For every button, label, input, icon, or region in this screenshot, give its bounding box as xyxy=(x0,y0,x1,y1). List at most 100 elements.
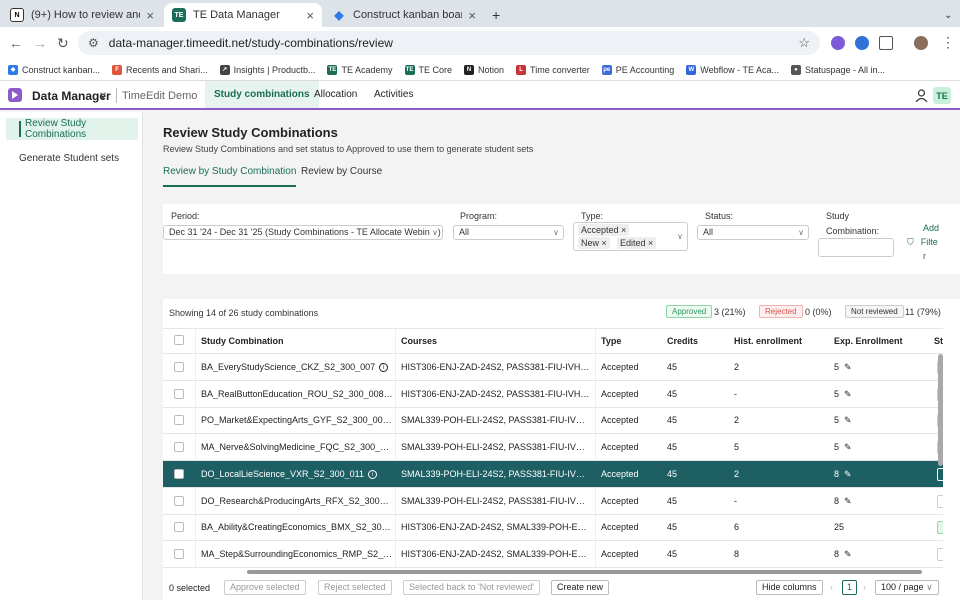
sidebar-item-review-study-combinations[interactable]: Review Study Combinations xyxy=(6,118,138,140)
approve-selected-button[interactable]: Approve selected xyxy=(224,580,306,595)
bookmark-item[interactable]: ◆ Construct kanban... xyxy=(8,64,100,75)
url-input[interactable]: ⚙ data-manager.timeedit.net/study-combin… xyxy=(78,31,820,55)
bookmark-item[interactable]: L Time converter xyxy=(516,64,590,75)
next-page-icon[interactable]: › xyxy=(863,582,866,592)
nav-study-combinations[interactable]: Study combinations xyxy=(205,81,319,108)
page-size-select[interactable]: 100 / page ∨ xyxy=(875,580,939,595)
page-1-button[interactable]: 1 xyxy=(842,580,857,595)
program-select[interactable]: All ∨ xyxy=(453,225,564,240)
tab-review-by-course[interactable]: Review by Course xyxy=(301,166,382,185)
edit-pencil-icon[interactable]: ✎ xyxy=(844,415,852,425)
vertical-scrollbar-thumb[interactable] xyxy=(938,354,943,466)
row-checkbox[interactable] xyxy=(174,415,184,426)
reject-selected-button[interactable]: Reject selected xyxy=(318,580,392,595)
column-header-status[interactable]: Sta xyxy=(934,336,943,346)
study-combination-cell[interactable]: BA_RealButtonEducation_ROU_S2_300_008 i xyxy=(201,389,393,399)
nav-activities[interactable]: Activities xyxy=(365,81,422,108)
edit-pencil-icon[interactable]: ✎ xyxy=(844,442,852,452)
study-combination-cell[interactable]: PO_Market&ExpectingArts_GYF_S2_300_009i xyxy=(201,415,393,426)
row-checkbox[interactable] xyxy=(174,362,184,372)
bookmark-item[interactable]: ↗ Insights | Productb... xyxy=(219,64,315,75)
exp-enrollment-cell[interactable]: 8 ✎ xyxy=(834,496,852,507)
bookmark-item[interactable]: F Recents and Shari... xyxy=(112,64,208,75)
close-icon[interactable]: × xyxy=(306,8,314,23)
row-checkbox[interactable] xyxy=(174,522,184,533)
row-checkbox[interactable] xyxy=(174,495,184,506)
create-new-button[interactable]: Create new xyxy=(551,580,610,595)
table-row[interactable]: BA_Ability&CreatingEconomics_BMX_S2_300_… xyxy=(163,514,943,541)
bookmark-item[interactable]: N Notion xyxy=(464,64,504,75)
exp-enrollment-cell[interactable]: 5 ✎ xyxy=(834,389,852,400)
row-checkbox[interactable] xyxy=(174,468,184,479)
bookmark-item[interactable]: W Webflow - TE Aca... xyxy=(686,64,779,75)
edit-pencil-icon[interactable]: ✎ xyxy=(844,362,852,372)
tab-review-by-study-combination[interactable]: Review by Study Combination xyxy=(163,166,297,187)
status-cell[interactable] xyxy=(937,467,943,481)
period-select[interactable]: Dec 31 '24 - Dec 31 '25 (Study Combinati… xyxy=(163,225,443,240)
study-combination-input[interactable] xyxy=(818,238,894,257)
user-icon[interactable] xyxy=(915,89,928,102)
info-icon[interactable]: i xyxy=(367,469,377,479)
reload-icon[interactable]: ↻ xyxy=(57,35,69,52)
select-all-checkbox[interactable] xyxy=(174,335,184,345)
study-combination-cell[interactable]: DO_LocalLieScience_VXR_S2_300_011 i xyxy=(201,469,393,479)
status-cell[interactable] xyxy=(937,547,943,561)
study-combination-cell[interactable]: MA_Step&SurroundingEconomics_RMP_S2_3... xyxy=(201,549,393,559)
chevron-down-icon[interactable]: ∨ xyxy=(99,89,107,102)
table-row[interactable]: DO_LocalLieScience_VXR_S2_300_011 i SMAL33… xyxy=(163,460,943,488)
browser-menu-icon[interactable]: ⋮ xyxy=(941,34,955,51)
forward-icon[interactable]: → xyxy=(33,35,47,51)
te-badge[interactable]: TE xyxy=(933,87,951,104)
bookmark-item[interactable]: ● Statuspage - All in... xyxy=(790,64,885,75)
browser-tab-construct[interactable]: ◆ Construct kanban board - App × xyxy=(324,3,484,27)
bookmark-item[interactable]: TE TE Core xyxy=(404,64,452,75)
tab-search-icon[interactable]: ⌄ xyxy=(936,3,956,27)
site-settings-icon[interactable]: ⚙ xyxy=(88,36,99,50)
column-header-type[interactable]: Type xyxy=(601,336,621,346)
horizontal-scrollbar[interactable] xyxy=(167,569,947,575)
table-row[interactable]: PO_Market&ExpectingArts_GYF_S2_300_009i S… xyxy=(163,407,943,434)
sidebar-item-generate-student-sets[interactable]: Generate Student sets xyxy=(6,147,138,169)
add-filter-button[interactable]: Add ⛉ Filte r xyxy=(907,221,939,263)
nav-allocation[interactable]: Allocation xyxy=(305,81,366,108)
send-back-button[interactable]: Selected back to 'Not reviewed' xyxy=(403,580,541,595)
type-chip-accepted[interactable]: Accepted × xyxy=(578,224,630,236)
exp-enrollment-cell[interactable]: 8 ✎ xyxy=(834,549,852,560)
browser-tab-data-manager[interactable]: TE TE Data Manager × xyxy=(164,3,322,27)
status-select[interactable]: All ∨ xyxy=(697,225,809,240)
table-row[interactable]: BA_RealButtonEducation_ROU_S2_300_008 i HI… xyxy=(163,381,943,408)
study-combination-cell[interactable]: DO_Research&ProducingArts_RFX_S2_300_01.… xyxy=(201,496,393,506)
study-combination-cell[interactable]: BA_Ability&CreatingEconomics_BMX_S2_300_… xyxy=(201,522,393,532)
edit-pencil-icon[interactable]: ✎ xyxy=(844,469,852,479)
horizontal-scrollbar-thumb[interactable] xyxy=(247,570,922,574)
study-combination-cell[interactable]: MA_Nerve&SolvingMedicine_FQC_S2_300_01..… xyxy=(201,442,393,452)
exp-enrollment-cell[interactable]: 5 ✎ xyxy=(834,415,852,426)
profile-avatar[interactable] xyxy=(914,36,928,50)
table-row[interactable]: MA_Nerve&SolvingMedicine_FQC_S2_300_01..… xyxy=(163,434,943,461)
info-icon[interactable]: i xyxy=(379,363,389,373)
column-header-exp-enrollment[interactable]: Exp. Enrollment xyxy=(834,336,903,346)
edit-pencil-icon[interactable]: ✎ xyxy=(844,389,852,399)
bookmark-item[interactable]: pe PE Accounting xyxy=(601,64,674,75)
new-tab-icon[interactable]: + xyxy=(484,3,506,27)
edit-pencil-icon[interactable]: ✎ xyxy=(844,496,852,506)
bookmark-item[interactable]: TE TE Academy xyxy=(327,64,393,75)
prev-page-icon[interactable]: ‹ xyxy=(830,582,833,592)
study-combination-cell[interactable]: BA_EveryStudyScience_CKZ_S2_300_007 i xyxy=(201,362,393,373)
column-header-hist-enrollment[interactable]: Hist. enrollment xyxy=(734,336,802,346)
exp-enrollment-cell[interactable]: 5 ✎ xyxy=(834,442,852,453)
column-header-courses[interactable]: Courses xyxy=(401,336,437,346)
type-select[interactable]: Accepted × New × Edited × ∨ xyxy=(573,222,688,251)
row-checkbox[interactable] xyxy=(174,442,184,453)
browser-tab-notion[interactable]: N (9+) How to review and accept × xyxy=(2,3,162,27)
close-icon[interactable]: × xyxy=(468,8,476,23)
status-cell[interactable] xyxy=(937,521,943,535)
row-checkbox[interactable] xyxy=(174,548,184,559)
type-chip-new[interactable]: New × xyxy=(578,237,610,249)
table-row[interactable]: BA_EveryStudyScience_CKZ_S2_300_007 i HIST… xyxy=(163,354,943,381)
close-icon[interactable]: × xyxy=(146,8,154,23)
table-row[interactable]: MA_Step&SurroundingEconomics_RMP_S2_3...… xyxy=(163,541,943,568)
row-checkbox[interactable] xyxy=(174,388,184,399)
table-row[interactable]: DO_Research&ProducingArts_RFX_S2_300_01.… xyxy=(163,488,943,515)
extensions-puzzle-icon[interactable] xyxy=(879,36,893,50)
